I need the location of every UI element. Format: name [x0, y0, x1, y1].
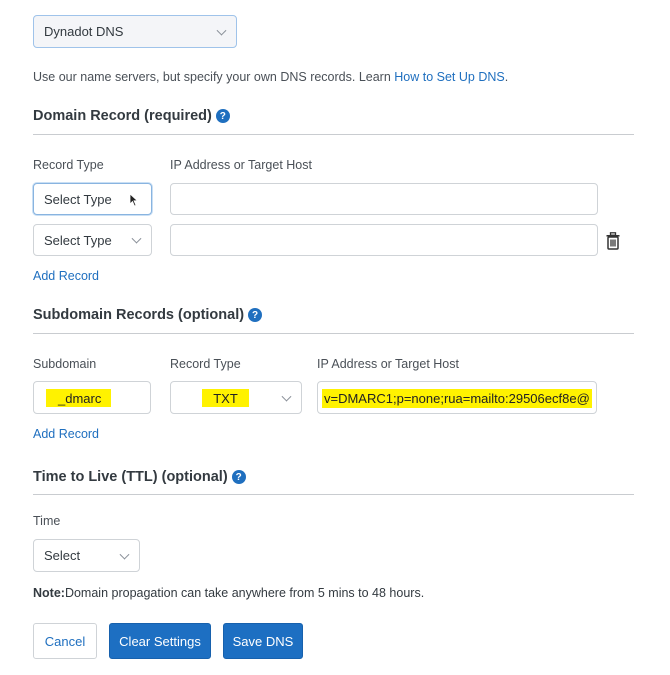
help-icon[interactable]: ? — [215, 109, 230, 123]
chevron-down-icon — [131, 233, 142, 244]
record-type-select-2[interactable]: Select Type — [33, 224, 152, 256]
ttl-heading: Time to Live (TTL) (optional) ? — [33, 469, 246, 485]
help-icon[interactable]: ? — [248, 308, 263, 322]
ttl-title: Time to Live (TTL) (optional) — [33, 469, 228, 485]
subdomain-target-value: v=DMARC1;p=none;rua=mailto:29506ecf8e@ — [322, 389, 592, 408]
time-label: Time — [33, 514, 61, 528]
cancel-button[interactable]: Cancel — [33, 623, 97, 659]
subdomain-record-type-value: TXT — [202, 389, 249, 407]
add-domain-record-link[interactable]: Add Record — [33, 269, 99, 283]
subdomain-records-heading: Subdomain Records (optional) ? — [33, 307, 263, 323]
chevron-down-icon — [216, 25, 227, 36]
record-type-label: Record Type — [33, 158, 104, 172]
subdomain-input[interactable]: _dmarc — [33, 381, 151, 414]
ttl-select[interactable]: Select — [33, 539, 140, 572]
intro-suffix: . — [504, 70, 509, 84]
add-subdomain-record-link[interactable]: Add Record — [33, 427, 99, 441]
record-type-value-1: Select Type — [44, 191, 112, 207]
record-type-select-1[interactable]: Select Type — [33, 183, 152, 215]
chevron-down-icon — [119, 549, 130, 560]
divider — [33, 494, 634, 495]
subdomain-value: _dmarc — [46, 389, 111, 407]
subdomain-label: Subdomain — [33, 357, 97, 371]
target-host-input-2[interactable] — [170, 224, 598, 256]
target-host-input-1[interactable] — [170, 183, 598, 215]
how-to-setup-dns-link[interactable]: How to Set Up DNS — [394, 70, 504, 84]
target-host-label: IP Address or Target Host — [170, 158, 312, 172]
dns-type-select[interactable]: Dynadot DNS — [33, 15, 237, 48]
propagation-note: Note:Domain propagation can take anywher… — [33, 586, 424, 600]
intro-text-body: Use our name servers, but specify your o… — [33, 70, 395, 84]
note-label: Note: — [33, 586, 65, 600]
domain-record-title: Domain Record (required) — [33, 108, 212, 124]
domain-record-heading: Domain Record (required) ? — [33, 108, 230, 124]
ttl-select-value: Select — [44, 548, 81, 563]
save-dns-button[interactable]: Save DNS — [223, 623, 303, 659]
intro-text: Use our name servers, but specify your o… — [33, 70, 508, 84]
subdomain-target-input[interactable]: v=DMARC1;p=none;rua=mailto:29506ecf8e@ — [317, 381, 597, 414]
subdomain-record-type-select[interactable]: TXT — [170, 381, 302, 414]
mouse-cursor-icon — [129, 193, 139, 207]
help-icon[interactable]: ? — [231, 470, 246, 484]
note-text: Domain propagation can take anywhere fro… — [64, 586, 425, 600]
subdomain-target-host-label: IP Address or Target Host — [317, 357, 459, 371]
clear-settings-button[interactable]: Clear Settings — [109, 623, 211, 659]
dns-type-value: Dynadot DNS — [44, 24, 124, 39]
divider — [33, 134, 634, 135]
divider — [33, 333, 634, 334]
chevron-down-icon — [281, 391, 292, 402]
record-type-value-2: Select Type — [44, 232, 112, 248]
subdomain-record-type-label: Record Type — [170, 357, 241, 371]
trash-icon[interactable] — [605, 232, 621, 250]
subdomain-records-title: Subdomain Records (optional) — [33, 307, 245, 323]
